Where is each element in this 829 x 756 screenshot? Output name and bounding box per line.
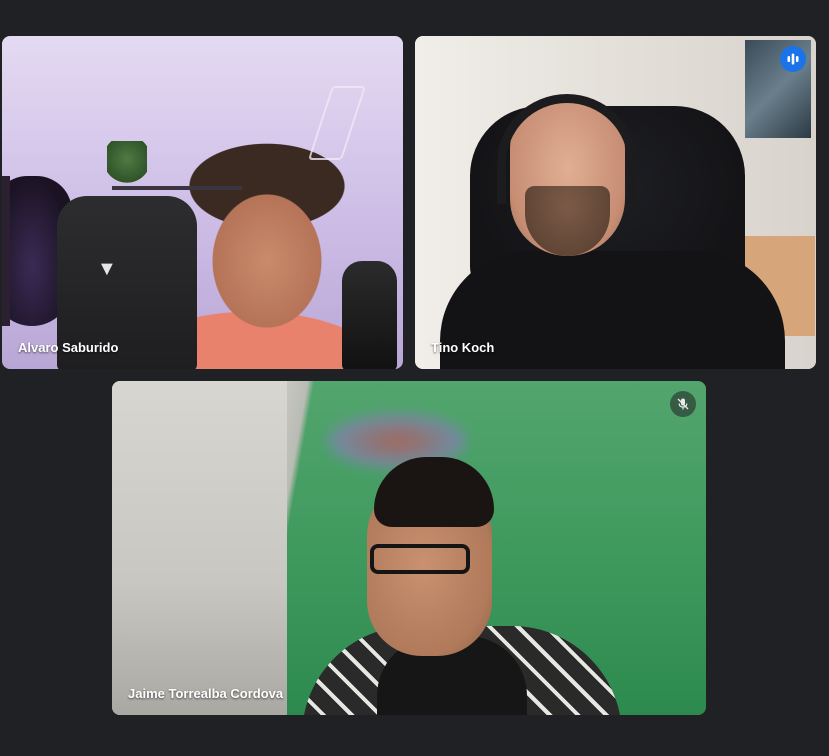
mic-off-icon	[670, 391, 696, 417]
participant-tile-alvaro[interactable]: ▼ Alvaro Saburido	[2, 36, 403, 369]
plant	[107, 141, 147, 186]
video-feed	[415, 36, 816, 369]
background-wall	[112, 381, 287, 715]
video-feed: ▼	[2, 36, 403, 369]
neon-lightning-decor	[307, 86, 367, 160]
video-call-grid: ▼ Alvaro Saburido Tino Koch Jaime Torrea…	[0, 0, 829, 756]
video-feed	[112, 381, 706, 715]
participant-name: Jaime Torrealba Cordova	[128, 686, 284, 701]
chair-logo-icon: ▼	[97, 258, 117, 280]
glasses	[370, 544, 470, 574]
shelf	[112, 186, 242, 190]
participant-tile-jaime[interactable]: Jaime Torrealba Cordova	[112, 381, 706, 715]
audio-level-icon	[780, 46, 806, 72]
participant-name: Alvaro Saburido	[18, 340, 119, 355]
microphone	[342, 261, 397, 369]
participant-name: Tino Koch	[431, 340, 495, 355]
participant-tile-tino[interactable]: Tino Koch	[415, 36, 816, 369]
